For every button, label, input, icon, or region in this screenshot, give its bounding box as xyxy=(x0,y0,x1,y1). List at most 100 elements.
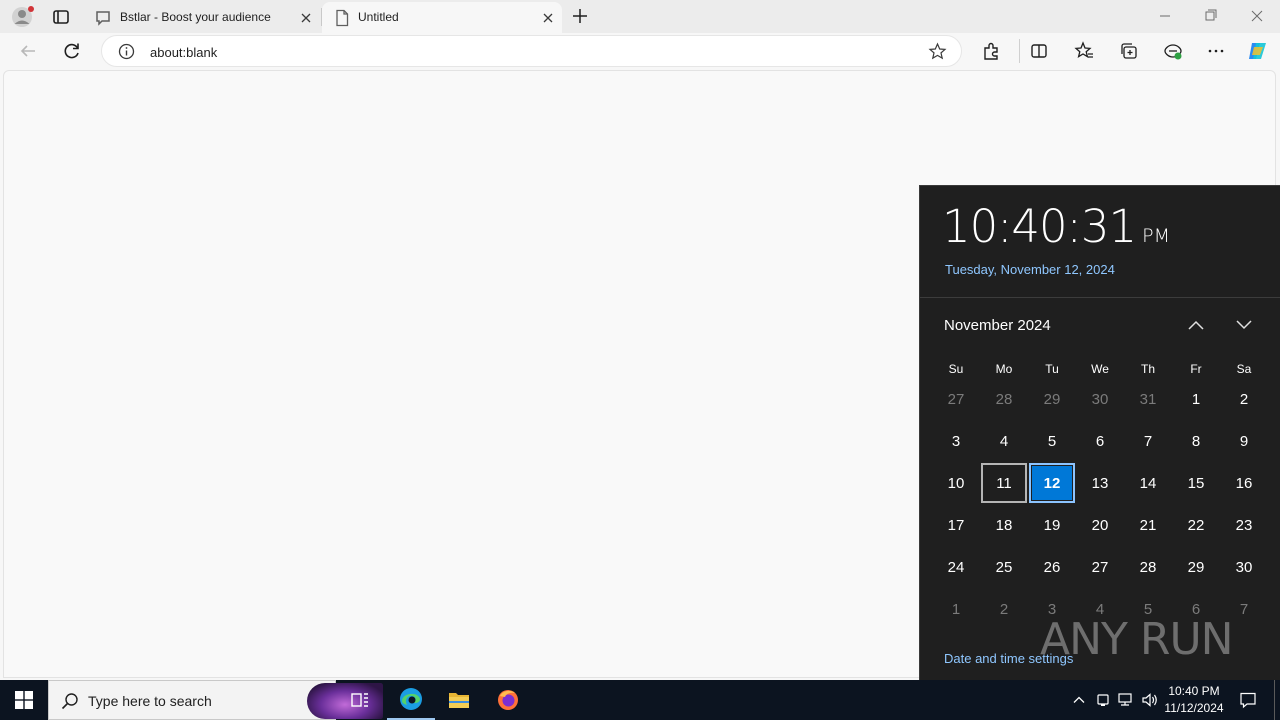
calendar-week: 24 25 26 27 28 29 30 xyxy=(932,546,1268,588)
calendar-day[interactable]: 30 xyxy=(1220,546,1268,588)
calendar-day[interactable]: 26 xyxy=(1028,546,1076,588)
close-window-icon[interactable] xyxy=(1246,6,1268,26)
calendar-day[interactable]: 22 xyxy=(1172,504,1220,546)
tab-bar: Bstlar - Boost your audience Untitled xyxy=(0,0,1280,33)
security-tray-icon[interactable] xyxy=(1093,690,1113,710)
calendar-day[interactable]: 6 xyxy=(1076,420,1124,462)
page-icon xyxy=(334,9,350,27)
search-icon xyxy=(61,692,79,710)
flyout-divider xyxy=(920,297,1280,298)
calendar-day[interactable]: 27 xyxy=(932,378,980,420)
refresh-icon[interactable] xyxy=(61,40,83,62)
network-icon[interactable] xyxy=(1116,690,1136,710)
calendar-day[interactable]: 1 xyxy=(932,588,980,630)
show-hidden-icons-chevron-up-icon[interactable] xyxy=(1069,690,1089,710)
restore-icon[interactable] xyxy=(1200,6,1222,26)
minimize-icon[interactable] xyxy=(1154,6,1176,26)
collections-icon[interactable] xyxy=(1118,40,1140,62)
calendar-day[interactable]: 31 xyxy=(1124,378,1172,420)
taskbar-clock[interactable]: 10:40 PM 11/12/2024 xyxy=(1162,683,1226,717)
calendar-day[interactable]: 28 xyxy=(1124,546,1172,588)
calendar-day[interactable]: 30 xyxy=(1076,378,1124,420)
folder-icon xyxy=(449,693,469,708)
tab-title: Untitled xyxy=(358,10,399,24)
start-button[interactable] xyxy=(0,680,48,720)
notifications-icon[interactable] xyxy=(1238,690,1258,710)
calendar-day[interactable]: 17 xyxy=(932,504,980,546)
calendar-day[interactable]: 4 xyxy=(980,420,1028,462)
chat-bubble-icon xyxy=(94,9,112,27)
taskbar: Type here to search 10:40 PM 11/12/2024 xyxy=(0,680,1280,720)
calendar-day[interactable]: 21 xyxy=(1124,504,1172,546)
weekday-header: Su Mo Tu We Th Fr Sa xyxy=(932,348,1268,378)
calendar-day[interactable]: 14 xyxy=(1124,462,1172,504)
split-screen-icon[interactable] xyxy=(1028,40,1050,62)
new-tab-icon[interactable] xyxy=(569,5,591,27)
calendar-week: 27 28 29 30 31 1 2 xyxy=(932,378,1268,420)
calendar-day[interactable]: 20 xyxy=(1076,504,1124,546)
tab-actions-icon[interactable] xyxy=(50,6,72,28)
calendar-day[interactable]: 29 xyxy=(1172,546,1220,588)
calendar-day[interactable]: 8 xyxy=(1172,420,1220,462)
tab-bstlar[interactable]: Bstlar - Boost your audience xyxy=(84,2,320,33)
taskbar-firefox-button[interactable] xyxy=(484,680,532,720)
profile-avatar[interactable] xyxy=(9,4,35,30)
calendar-week: 17 18 19 20 21 22 23 xyxy=(932,504,1268,546)
chevron-up-icon xyxy=(1188,320,1204,330)
task-view-icon xyxy=(351,693,368,707)
clock-time: 10:40:31 xyxy=(942,200,1137,253)
calendar-day[interactable]: 13 xyxy=(1076,462,1124,504)
calendar-day[interactable]: 23 xyxy=(1220,504,1268,546)
show-desktop-button[interactable] xyxy=(1274,680,1275,720)
calendar-day[interactable]: 25 xyxy=(980,546,1028,588)
calendar-day[interactable]: 15 xyxy=(1172,462,1220,504)
taskbar-edge-button[interactable] xyxy=(387,680,435,720)
calendar-day[interactable]: 18 xyxy=(980,504,1028,546)
address-url[interactable]: about:blank xyxy=(150,45,217,60)
chevron-down-icon xyxy=(1236,320,1252,330)
copilot-icon[interactable] xyxy=(1245,38,1271,64)
calendar-day-today[interactable]: 12 xyxy=(1028,462,1076,504)
date-time-settings-link[interactable]: Date and time settings xyxy=(944,651,1073,666)
previous-month-button[interactable] xyxy=(1182,314,1210,336)
more-options-icon[interactable] xyxy=(1205,40,1227,62)
taskbar-search-box[interactable]: Type here to search xyxy=(48,680,383,720)
calendar-day[interactable]: 1 xyxy=(1172,378,1220,420)
calendar-day[interactable]: 2 xyxy=(1220,378,1268,420)
browser-essentials-icon[interactable] xyxy=(1162,40,1184,62)
close-tab-icon[interactable] xyxy=(538,8,558,28)
favorite-star-icon[interactable] xyxy=(928,42,947,61)
clock-calendar-flyout: 10:40:31 PM Tuesday, November 12, 2024 No… xyxy=(919,185,1280,680)
calendar-day[interactable]: 2 xyxy=(980,588,1028,630)
month-title[interactable]: November 2024 xyxy=(944,317,1051,334)
calendar-week: 3 4 5 6 7 8 9 xyxy=(932,420,1268,462)
next-month-button[interactable] xyxy=(1230,314,1258,336)
calendar-day[interactable]: 29 xyxy=(1028,378,1076,420)
extensions-icon[interactable] xyxy=(980,40,1002,62)
task-view-button[interactable] xyxy=(336,680,384,720)
calendar-day[interactable]: 5 xyxy=(1028,420,1076,462)
favorites-icon[interactable] xyxy=(1073,40,1095,62)
close-tab-icon[interactable] xyxy=(296,8,316,28)
calendar-day[interactable]: 19 xyxy=(1028,504,1076,546)
calendar-day[interactable]: 10 xyxy=(932,462,980,504)
back-icon[interactable] xyxy=(17,40,39,62)
tab-title: Bstlar - Boost your audience xyxy=(120,10,271,24)
calendar-day[interactable]: 27 xyxy=(1076,546,1124,588)
info-icon[interactable] xyxy=(118,43,135,60)
calendar-day[interactable]: 16 xyxy=(1220,462,1268,504)
calendar-day[interactable]: 9 xyxy=(1220,420,1268,462)
calendar-day[interactable]: 3 xyxy=(932,420,980,462)
calendar-day[interactable]: 28 xyxy=(980,378,1028,420)
calendar-day-hover[interactable]: 11 xyxy=(980,462,1028,504)
address-bar[interactable]: about:blank xyxy=(101,35,962,67)
calendar-grid: Su Mo Tu We Th Fr Sa 27 28 29 30 31 1 2 … xyxy=(932,348,1268,630)
tab-untitled[interactable]: Untitled xyxy=(322,2,562,33)
taskbar-file-explorer-button[interactable] xyxy=(435,680,483,720)
calendar-day[interactable]: 7 xyxy=(1124,420,1172,462)
calendar-day[interactable]: 24 xyxy=(932,546,980,588)
volume-icon[interactable] xyxy=(1140,690,1160,710)
calendar-day-number: 12 xyxy=(1029,463,1075,503)
long-date-link[interactable]: Tuesday, November 12, 2024 xyxy=(945,262,1115,277)
taskbar-clock-time: 10:40 PM xyxy=(1168,684,1220,698)
